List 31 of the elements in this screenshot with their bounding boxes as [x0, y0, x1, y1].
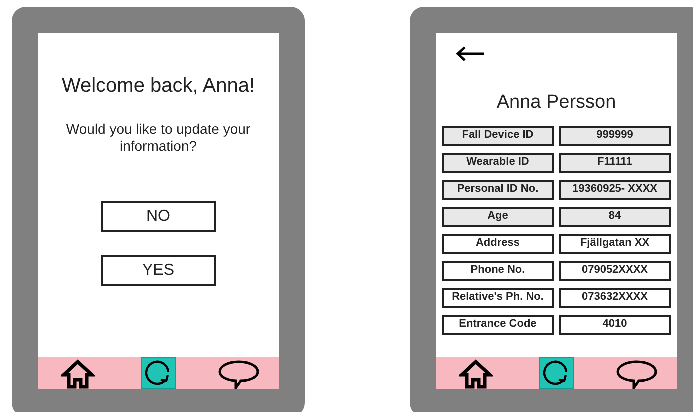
speech-bubble-icon	[216, 359, 261, 389]
home-icon	[61, 359, 96, 389]
field-value[interactable]: F11111	[559, 152, 671, 172]
field-value[interactable]: 84	[559, 206, 671, 226]
field-label: Relative's Ph. No.	[442, 288, 554, 308]
profile-name: Anna Persson	[496, 91, 618, 115]
choice-button[interactable]: YES	[101, 255, 216, 286]
choice-button[interactable]: NO	[101, 201, 216, 232]
speech-bubble-icon	[614, 359, 659, 389]
home-icon	[459, 359, 494, 389]
field-label: Fall Device ID	[442, 126, 554, 146]
welcome-title: Welcome back, Anna!	[62, 74, 256, 99]
back-arrow-icon	[455, 46, 485, 62]
field-label: Address	[442, 234, 554, 254]
field-value[interactable]: 073632XXXX	[559, 288, 671, 308]
field-value[interactable]: Fjällgatan XX	[559, 234, 671, 254]
field-label: Personal ID No.	[442, 180, 554, 200]
field-label: Age	[442, 206, 554, 226]
nav-button[interactable]	[459, 357, 494, 389]
field-label: Entrance Code	[442, 314, 554, 334]
nav-button[interactable]	[61, 357, 96, 389]
nav-button[interactable]	[140, 357, 176, 389]
field-value[interactable]: 19360925- XXXX	[559, 180, 671, 200]
field-value[interactable]: 999999	[559, 126, 671, 146]
field-label: Wearable ID	[442, 152, 554, 172]
field-value[interactable]: 079052XXXX	[559, 260, 671, 280]
field-value[interactable]: 4010	[559, 314, 671, 334]
field-label: Phone No.	[442, 260, 554, 280]
nav-button[interactable]	[538, 357, 574, 389]
update-question: Would you like to update your information?	[65, 121, 252, 155]
back-button[interactable]	[455, 45, 485, 63]
